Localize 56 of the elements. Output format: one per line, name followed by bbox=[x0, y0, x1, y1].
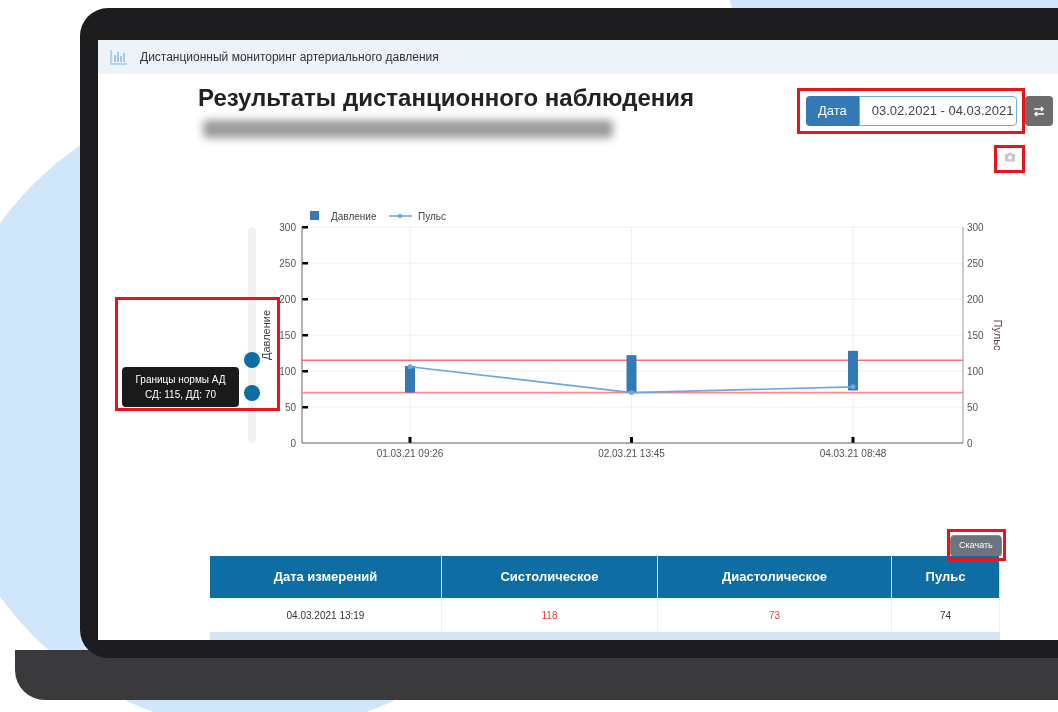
pulse-point bbox=[629, 390, 634, 396]
tick-mark bbox=[630, 437, 633, 443]
tick-mark bbox=[302, 262, 308, 265]
tick-mark bbox=[851, 437, 855, 443]
y-tick-label: 150 bbox=[279, 330, 296, 341]
pulse-point bbox=[407, 364, 413, 370]
tooltip-text: СД: 115, ДД: 70 bbox=[144, 388, 217, 401]
date-range-field[interactable]: 03.02.2021 - 04.03.2021 bbox=[858, 96, 1017, 126]
y-tick-label: 300 bbox=[279, 222, 296, 233]
pressure-bar bbox=[405, 365, 415, 393]
highlight-frame bbox=[994, 145, 1025, 173]
y-tick-label: 150 bbox=[967, 330, 984, 341]
swap-button[interactable] bbox=[1024, 96, 1053, 126]
y-tick-label: 250 bbox=[967, 258, 984, 269]
slider-thumb[interactable] bbox=[244, 352, 260, 369]
tick-mark bbox=[302, 370, 308, 373]
y-tick-label: 50 bbox=[967, 402, 979, 413]
y-tick-label: 300 bbox=[967, 222, 984, 233]
page-title: Результаты дистанционного наблюдения bbox=[198, 83, 695, 113]
x-tick-label: 04.03.21 08:48 bbox=[819, 448, 887, 459]
tick-mark bbox=[302, 406, 308, 409]
y-tick-label: 50 bbox=[284, 402, 296, 413]
y-tick-label: 100 bbox=[967, 366, 984, 377]
tick-mark bbox=[302, 334, 308, 337]
axis-title: Пульс bbox=[992, 319, 1004, 351]
swap-arrows-icon bbox=[1032, 105, 1045, 117]
highlight-frame bbox=[947, 529, 1006, 561]
app-title: Дистанционный мониторинг артериального давления bbox=[140, 49, 439, 66]
y-tick-label: 200 bbox=[279, 294, 296, 305]
column-header: Пульс bbox=[892, 556, 1000, 598]
legend-line-marker bbox=[388, 213, 413, 219]
y-tick-label: 200 bbox=[967, 294, 984, 305]
x-tick-label: 02.03.21 13:45 bbox=[598, 448, 665, 459]
y-tick-label: 0 bbox=[967, 438, 973, 449]
y-tick-label: 100 bbox=[279, 366, 296, 377]
column-header: Диастолическое bbox=[658, 556, 892, 598]
legend-swatch bbox=[310, 211, 319, 220]
tick-mark bbox=[408, 437, 412, 443]
download-button[interactable]: Скачать bbox=[950, 535, 1002, 557]
pressure-bar bbox=[626, 355, 637, 393]
x-tick-label: 01.03.21 09:26 bbox=[376, 448, 444, 459]
y-tick-label: 250 bbox=[279, 258, 296, 269]
tooltip-title: Границы нормы АД bbox=[135, 373, 226, 386]
axis-title: Давление bbox=[260, 310, 272, 360]
column-header: Дата измерений bbox=[210, 556, 442, 598]
pulse-point bbox=[850, 384, 856, 390]
legend-label: Пульс bbox=[418, 211, 446, 222]
column-header: Систолическое bbox=[442, 556, 658, 598]
slider-thumb[interactable] bbox=[244, 384, 260, 401]
date-label: Дата bbox=[806, 96, 859, 126]
y-tick-label: 0 bbox=[290, 438, 296, 449]
tick-mark bbox=[302, 298, 308, 301]
tick-mark bbox=[302, 226, 308, 229]
bar-chart-icon bbox=[110, 49, 128, 65]
pressure-bar bbox=[848, 350, 858, 391]
legend-label: Давление bbox=[331, 211, 377, 222]
